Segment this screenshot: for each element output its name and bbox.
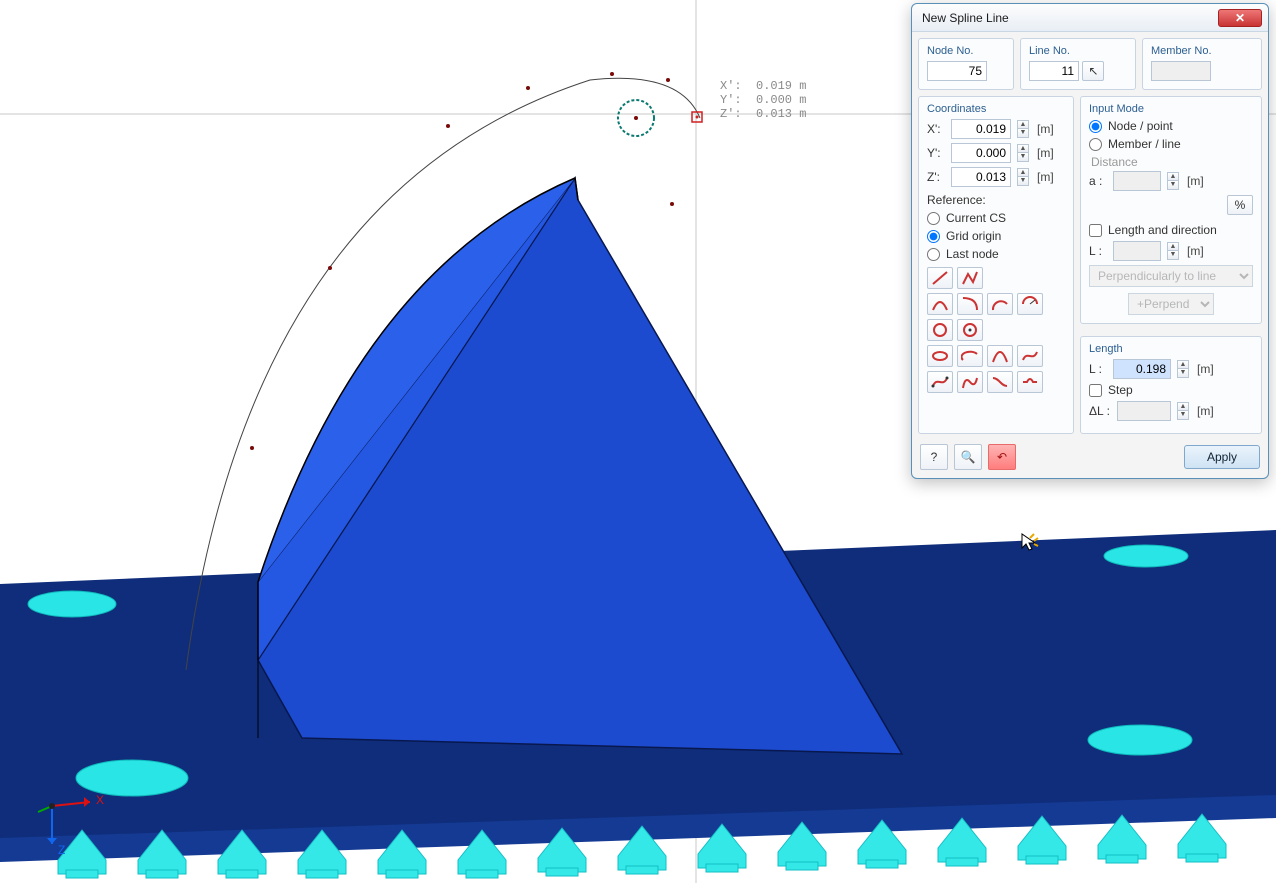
ld-L-label: L : [1089, 244, 1109, 258]
zoom-button[interactable]: 🔍 [954, 444, 982, 470]
z-spinner[interactable]: ▲▼ [1017, 168, 1029, 186]
mode-node-radio[interactable]: Node / point [1089, 119, 1253, 133]
z-input[interactable] [951, 167, 1011, 187]
elliptic-arc-icon[interactable] [957, 345, 983, 367]
polyline-icon[interactable] [957, 267, 983, 289]
ref-current-radio[interactable]: Current CS [927, 211, 1065, 225]
z-unit: [m] [1037, 170, 1054, 184]
apply-button[interactable]: Apply [1184, 445, 1260, 469]
node-no-label: Node No. [927, 45, 1005, 57]
length-L-input[interactable] [1113, 359, 1171, 379]
undo-icon: ↶ [997, 450, 1007, 464]
y-label: Y': [927, 146, 947, 160]
spline-icon[interactable] [1017, 345, 1043, 367]
freehand-icon[interactable] [1017, 371, 1043, 393]
a-unit: [m] [1187, 174, 1204, 188]
ref-lastnode-radio[interactable]: Last node [927, 247, 1065, 261]
bezier-icon[interactable] [957, 371, 983, 393]
arc-3pt-icon[interactable] [927, 293, 953, 315]
dialog-titlebar[interactable]: New Spline Line ✕ [912, 4, 1268, 32]
mode-member-radio[interactable]: Member / line [1089, 137, 1253, 151]
input-mode-label: Input Mode [1089, 103, 1253, 115]
line-no-input[interactable] [1029, 61, 1079, 81]
dL-spinner: ▲▼ [1177, 402, 1189, 420]
length-L-unit: [m] [1197, 362, 1214, 376]
x-unit: [m] [1037, 122, 1054, 136]
member-no-label: Member No. [1151, 45, 1253, 57]
arc-radius-icon[interactable] [1017, 293, 1043, 315]
pick-line-button[interactable]: ↖ [1082, 61, 1104, 81]
undo-button[interactable]: ↶ [988, 444, 1016, 470]
y-input[interactable] [951, 143, 1011, 163]
length-L-label: L : [1089, 362, 1109, 376]
help-button[interactable]: ? [920, 444, 948, 470]
close-button[interactable]: ✕ [1218, 9, 1262, 27]
ld-L-input [1113, 241, 1161, 261]
y-unit: [m] [1037, 146, 1054, 160]
x-label: X': [927, 122, 947, 136]
x-input[interactable] [951, 119, 1011, 139]
dL-unit: [m] [1197, 404, 1214, 418]
distance-label: Distance [1091, 155, 1253, 169]
line-type-toolbar [927, 267, 1065, 393]
dialog-title: New Spline Line [922, 11, 1218, 25]
pick-icon: ↖ [1088, 64, 1098, 78]
new-spline-line-dialog[interactable]: New Spline Line ✕ Node No. Line No. ↖ Me… [911, 3, 1269, 479]
a-input [1113, 171, 1161, 191]
ld-L-spinner: ▲▼ [1167, 242, 1179, 260]
perpendicular-select: Perpendicularly to line [1089, 265, 1253, 287]
length-label: Length [1089, 343, 1253, 355]
axis-z-label: Z [58, 843, 65, 857]
cursor-coord-x: X': 0.019 m [720, 79, 806, 93]
cursor-icon [1020, 532, 1040, 552]
cursor-coord-z: Z': 0.013 m [720, 107, 806, 121]
coordinates-label: Coordinates [927, 103, 1065, 115]
node-no-input[interactable] [927, 61, 987, 81]
length-L-spinner[interactable]: ▲▼ [1177, 360, 1189, 378]
step-check[interactable]: Step [1089, 383, 1253, 397]
ellipse-icon[interactable] [927, 345, 953, 367]
length-direction-check[interactable]: Length and direction [1089, 223, 1253, 237]
close-icon: ✕ [1235, 11, 1245, 25]
perpend-button: +Perpend [1128, 293, 1214, 315]
dL-label: ΔL : [1089, 404, 1113, 418]
help-icon: ? [931, 450, 938, 464]
a-spinner: ▲▼ [1167, 172, 1179, 190]
member-no-input [1151, 61, 1211, 81]
reference-label: Reference: [927, 193, 1065, 207]
magnifier-icon: 🔍 [961, 450, 976, 464]
nurbs-icon[interactable] [927, 371, 953, 393]
ld-L-unit: [m] [1187, 244, 1204, 258]
percent-button[interactable]: % [1227, 195, 1253, 215]
line-no-label: Line No. [1029, 45, 1127, 57]
dL-input [1117, 401, 1171, 421]
line-icon[interactable] [927, 267, 953, 289]
y-spinner[interactable]: ▲▼ [1017, 144, 1029, 162]
arc-tangent-icon[interactable] [957, 293, 983, 315]
a-label: a : [1089, 174, 1109, 188]
circle-center-icon[interactable] [957, 319, 983, 341]
arc-center-icon[interactable] [987, 293, 1013, 315]
ref-grid-radio[interactable]: Grid origin [927, 229, 1065, 243]
axis-x-label: X [96, 793, 104, 807]
z-label: Z': [927, 170, 947, 184]
circle-icon[interactable] [927, 319, 953, 341]
s-curve-icon[interactable] [987, 371, 1013, 393]
x-spinner[interactable]: ▲▼ [1017, 120, 1029, 138]
cursor-coord-y: Y': 0.000 m [720, 93, 806, 107]
parabola-icon[interactable] [987, 345, 1013, 367]
